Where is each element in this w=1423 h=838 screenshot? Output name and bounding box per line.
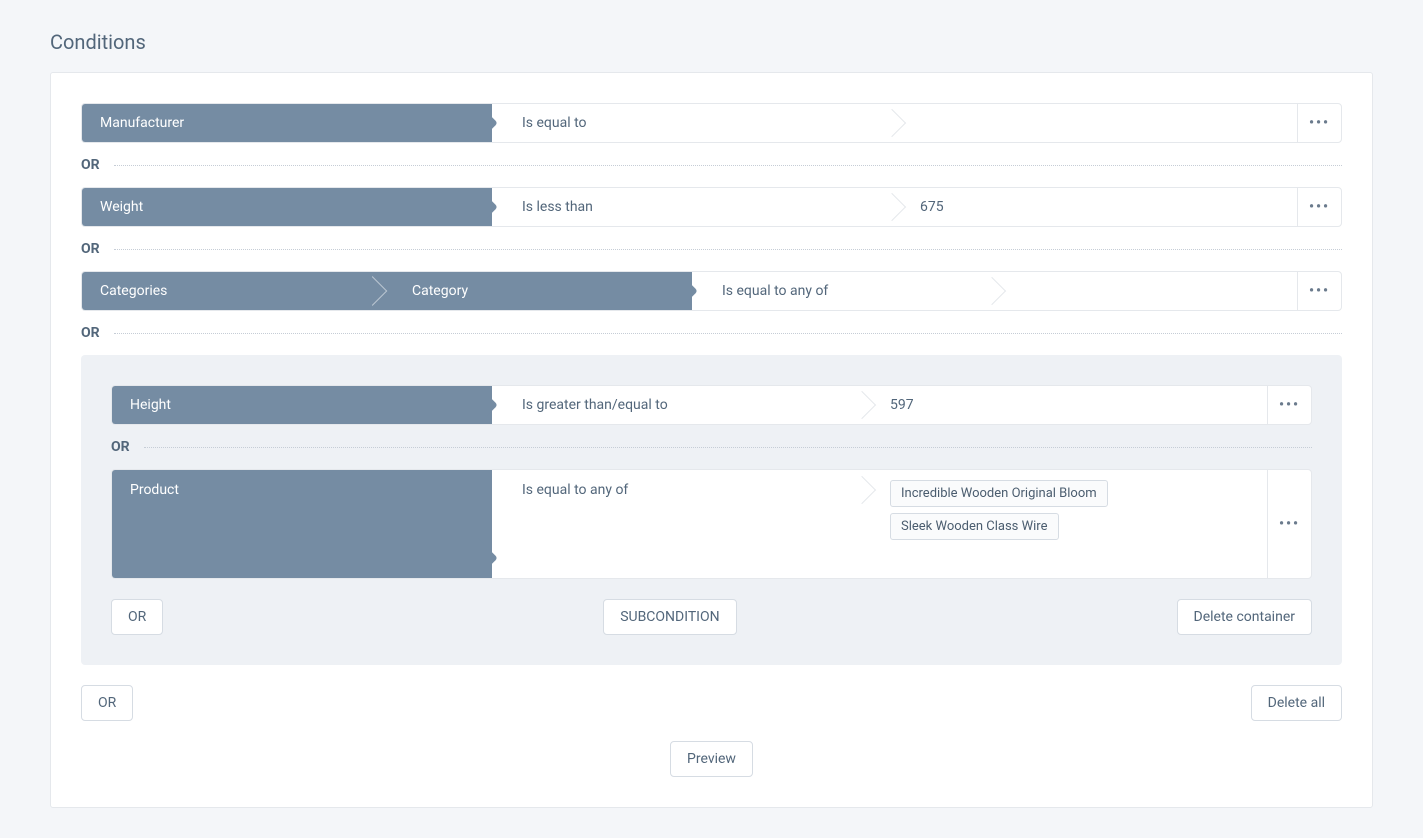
condition-row: Categories Category Is equal to any of •… xyxy=(81,271,1342,311)
value-tag[interactable]: Sleek Wooden Class Wire xyxy=(890,513,1059,540)
arrow-right-icon xyxy=(678,272,706,310)
ellipsis-icon: ••• xyxy=(1279,397,1300,413)
condition-field[interactable]: Height xyxy=(112,386,492,424)
subcondition-button[interactable]: SUBCONDITION xyxy=(603,599,736,635)
condition-field-label: Categories xyxy=(100,283,167,299)
condition-menu-button[interactable]: ••• xyxy=(1267,470,1311,578)
subcondition-container: Height Is greater than/equal to 597 ••• … xyxy=(81,355,1342,665)
condition-field-label: Product xyxy=(130,482,179,498)
condition-value[interactable] xyxy=(892,104,1297,142)
or-divider: OR xyxy=(81,241,1342,257)
condition-operator[interactable]: Is equal to xyxy=(492,104,892,142)
condition-menu-button[interactable]: ••• xyxy=(1267,386,1311,424)
or-divider: OR xyxy=(111,439,1312,455)
condition-field-label: Category xyxy=(412,283,468,299)
condition-value[interactable]: Incredible Wooden Original Bloom Sleek W… xyxy=(862,470,1267,578)
ellipsis-icon: ••• xyxy=(1309,283,1330,299)
condition-field[interactable]: Manufacturer xyxy=(82,104,492,142)
or-label: OR xyxy=(111,439,130,455)
condition-operator-label: Is equal to xyxy=(522,115,587,131)
condition-value-text: 675 xyxy=(920,199,944,215)
condition-value[interactable]: 675 xyxy=(892,188,1297,226)
condition-field-label: Manufacturer xyxy=(100,115,184,131)
or-button[interactable]: OR xyxy=(111,599,163,635)
or-label: OR xyxy=(81,157,100,173)
condition-row: Manufacturer Is equal to ••• xyxy=(81,103,1342,143)
condition-operator[interactable]: Is equal to any of xyxy=(692,272,992,310)
arrow-right-icon xyxy=(478,188,506,226)
value-tag[interactable]: Incredible Wooden Original Bloom xyxy=(890,480,1108,507)
condition-menu-button[interactable]: ••• xyxy=(1297,188,1341,226)
condition-menu-button[interactable]: ••• xyxy=(1297,272,1341,310)
or-button[interactable]: OR xyxy=(81,685,133,721)
preview-row: Preview xyxy=(81,741,1342,777)
chevron-right-icon xyxy=(372,272,392,310)
ellipsis-icon: ••• xyxy=(1279,516,1300,532)
condition-field[interactable]: Product xyxy=(112,470,492,578)
condition-field[interactable]: Categories xyxy=(82,272,382,310)
page-title: Conditions xyxy=(50,30,1373,54)
condition-operator-label: Is equal to any of xyxy=(522,482,628,498)
condition-operator[interactable]: Is less than xyxy=(492,188,892,226)
arrow-right-icon xyxy=(478,386,506,424)
condition-operator-label: Is greater than/equal to xyxy=(522,397,668,413)
condition-value[interactable]: 597 xyxy=(862,386,1267,424)
divider-line xyxy=(114,249,1342,250)
preview-button[interactable]: Preview xyxy=(670,741,753,777)
divider-line xyxy=(114,333,1342,334)
divider-line xyxy=(144,447,1312,448)
arrow-right-icon xyxy=(478,104,506,142)
condition-value-text: 597 xyxy=(890,397,914,413)
footer-button-row: OR Delete all xyxy=(81,685,1342,721)
condition-row: Height Is greater than/equal to 597 ••• xyxy=(111,385,1312,425)
ellipsis-icon: ••• xyxy=(1309,199,1330,215)
or-label: OR xyxy=(81,241,100,257)
condition-operator[interactable]: Is greater than/equal to xyxy=(492,386,862,424)
or-label: OR xyxy=(81,325,100,341)
condition-row: Weight Is less than 675 ••• xyxy=(81,187,1342,227)
condition-field[interactable]: Weight xyxy=(82,188,492,226)
arrow-right-icon xyxy=(478,538,506,578)
condition-row: Product Is equal to any of Incredible Wo… xyxy=(111,469,1312,579)
condition-value[interactable] xyxy=(992,272,1297,310)
condition-field-label: Height xyxy=(130,397,171,413)
or-divider: OR xyxy=(81,325,1342,341)
condition-field-label: Weight xyxy=(100,199,143,215)
or-divider: OR xyxy=(81,157,1342,173)
delete-container-button[interactable]: Delete container xyxy=(1177,599,1312,635)
condition-operator-label: Is less than xyxy=(522,199,593,215)
condition-operator-label: Is equal to any of xyxy=(722,283,828,299)
conditions-card: Manufacturer Is equal to ••• OR Weight xyxy=(50,72,1373,808)
divider-line xyxy=(114,165,1342,166)
condition-field[interactable]: Category xyxy=(382,272,692,310)
ellipsis-icon: ••• xyxy=(1309,115,1330,131)
delete-all-button[interactable]: Delete all xyxy=(1251,685,1342,721)
subgroup-button-row: OR SUBCONDITION Delete container xyxy=(111,599,1312,635)
condition-menu-button[interactable]: ••• xyxy=(1297,104,1341,142)
condition-operator[interactable]: Is equal to any of xyxy=(492,470,862,578)
